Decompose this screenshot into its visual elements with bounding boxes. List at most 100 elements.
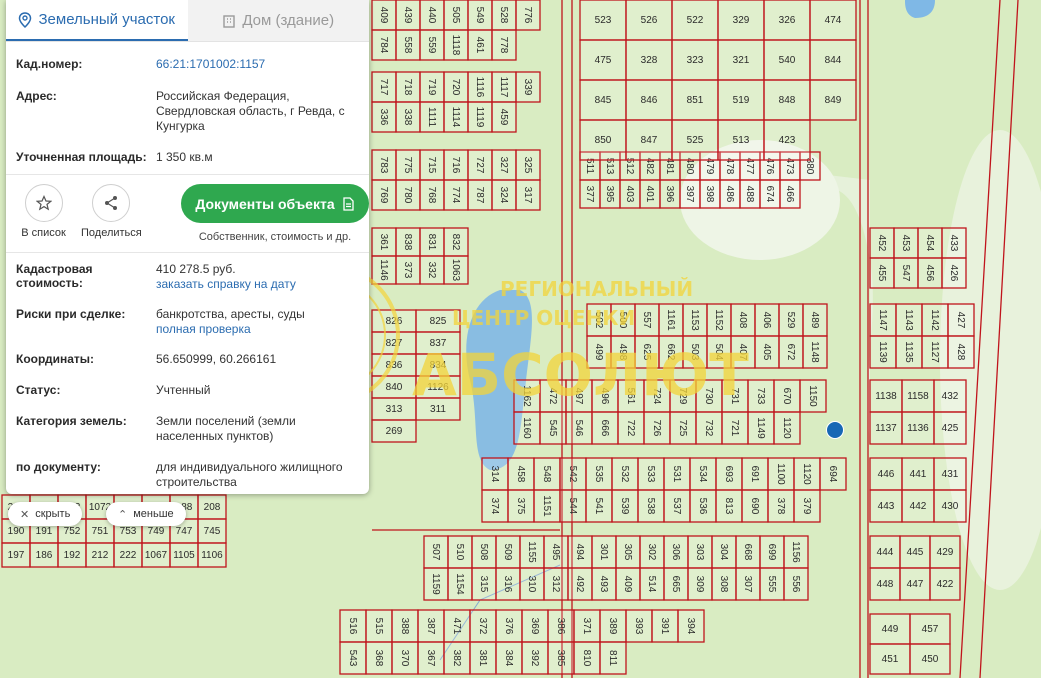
plot-number: 555 (766, 576, 777, 593)
road (859, 0, 869, 678)
documents-button[interactable]: Документы объекта (181, 184, 369, 223)
plot-number: 694 (827, 466, 838, 483)
add-to-list-button[interactable]: В список (14, 184, 73, 239)
plot-number: 535 (593, 466, 604, 483)
plot-number: 699 (766, 544, 777, 561)
plot-number: 458 (515, 466, 526, 483)
plot-number: 717 (378, 79, 389, 96)
plot-number: 471 (451, 618, 462, 635)
share-button[interactable]: Поделиться (81, 184, 142, 239)
risk-row: Риски при сделке: банкротства, аресты, с… (6, 307, 369, 337)
plot-number: 505 (450, 7, 461, 24)
plot-number: 328 (641, 55, 658, 66)
plot-number: 1156 (790, 541, 801, 563)
plot-number: 666 (599, 420, 610, 437)
plot-number: 534 (697, 466, 708, 483)
plot-number: 456 (924, 265, 935, 282)
plot-number: 425 (942, 423, 959, 434)
plot-number: 339 (522, 79, 533, 96)
plot-number: 519 (733, 95, 750, 106)
hide-label: скрыть (35, 508, 71, 520)
collapse-button[interactable]: ⌃ меньше (106, 502, 186, 526)
tab-building[interactable]: Дом (здание) (187, 0, 369, 41)
plot-number: 197 (8, 550, 25, 561)
plot-number: 690 (749, 498, 760, 515)
plot-number: 538 (645, 498, 656, 515)
address-row: Адрес: Российская Федерация, Свердловска… (6, 89, 369, 134)
plot-number: 301 (598, 544, 609, 561)
plot-number: 540 (779, 55, 796, 66)
plot-number: 752 (64, 526, 81, 537)
watermark-line2: ЦЕНТР ОЦЕНКИ (452, 306, 635, 330)
plot-number: 543 (347, 650, 358, 667)
plot-number: 747 (176, 526, 193, 537)
order-certificate-link[interactable]: заказать справку на дату (156, 277, 296, 291)
selected-plot-marker[interactable] (826, 421, 844, 439)
cad-number-value[interactable]: 66:21:1701002:1157 (156, 57, 359, 72)
hide-panel-button[interactable]: ✕ скрыть (8, 502, 83, 526)
plot-number: 1137 (875, 423, 897, 434)
plot-number: 367 (425, 650, 436, 667)
plot-number: 749 (148, 526, 165, 537)
plot-number: 722 (625, 420, 636, 437)
plot-number: 745 (204, 526, 221, 537)
plot-number: 545 (547, 420, 558, 437)
plot-number: 325 (522, 157, 533, 174)
plot-number: 433 (948, 235, 959, 252)
plot-number: 376 (503, 618, 514, 635)
plot-number: 398 (704, 186, 715, 203)
plot-number: 430 (942, 501, 959, 512)
plot-number: 393 (633, 618, 644, 635)
plot-number: 726 (651, 420, 662, 437)
tab-land-plot[interactable]: Земельный участок (6, 0, 188, 41)
plot-number: 440 (426, 7, 437, 24)
plot-number: 443 (878, 501, 895, 512)
plot-number: 1161 (665, 309, 676, 331)
plot-number: 1063 (450, 259, 461, 282)
plot-number: 451 (882, 654, 899, 665)
plot-number: 1119 (474, 107, 485, 128)
plot-number: 422 (937, 579, 954, 590)
full-check-link[interactable]: полная проверка (156, 322, 251, 336)
share-icon (105, 196, 117, 210)
plot-number: 1146 (378, 259, 389, 281)
plot-number: 439 (402, 7, 413, 24)
plot-number: 783 (378, 157, 389, 174)
plot-number: 269 (386, 426, 403, 437)
chevron-up-icon: ⌃ (118, 508, 128, 521)
plot-number: 522 (687, 15, 704, 26)
plot-number: 557 (641, 312, 652, 329)
plot-number: 457 (922, 624, 939, 635)
plot-number: 784 (378, 37, 389, 54)
plot-number: 323 (687, 55, 704, 66)
status-label: Статус: (16, 383, 61, 397)
plot-number: 317 (522, 187, 533, 204)
plot-number: 454 (924, 235, 935, 252)
plot-number: 304 (718, 544, 729, 561)
status-row: Статус: Учтенный (6, 383, 369, 398)
plot-number: 395 (604, 186, 615, 203)
plot-number: 373 (402, 262, 413, 279)
plot-number: 544 (567, 498, 578, 515)
plot-number: 212 (92, 550, 109, 561)
plot-number: 338 (402, 109, 413, 126)
plot-number: 810 (581, 650, 592, 667)
plot-number: 1151 (541, 495, 552, 517)
plot-number: 208 (204, 502, 221, 513)
plot-number: 314 (489, 466, 500, 483)
plot-number: 391 (659, 618, 670, 635)
plot-number: 1127 (929, 341, 940, 363)
plot-number: 388 (399, 618, 410, 635)
lake (905, 0, 935, 18)
plot-number: 775 (402, 157, 413, 174)
plot-number: 316 (502, 576, 513, 593)
category-value: Земли поселений (земли населенных пункто… (156, 414, 296, 443)
plot-number: 532 (619, 466, 630, 483)
plot-number: 315 (478, 576, 489, 593)
plot-number: 507 (430, 544, 441, 561)
plot-number: 1143 (903, 309, 914, 331)
coords-row: Координаты: 56.650999, 60.266161 (6, 352, 369, 367)
document-icon (342, 196, 354, 211)
plot-number: 813 (723, 498, 734, 515)
coords-value: 56.650999, 60.266161 (156, 352, 277, 366)
